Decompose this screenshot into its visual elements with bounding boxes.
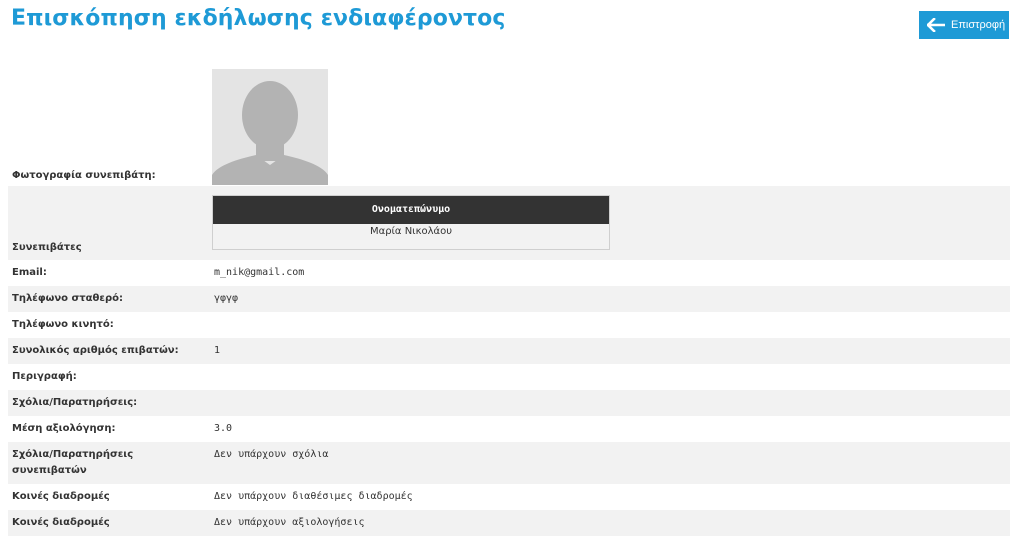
passenger-name: Μαρία Νικολάου bbox=[212, 224, 610, 250]
total-passengers-value: 1 bbox=[208, 338, 1010, 364]
total-passengers-label: Συνολικός αριθμός επιβατών: bbox=[8, 338, 208, 364]
email-value: m_nik@gmail.com bbox=[214, 267, 305, 278]
avatar bbox=[212, 69, 328, 185]
details-table: Φωτογραφία συνεπιβάτη: Συνεπιβάτες Ονομα… bbox=[8, 60, 1010, 536]
back-button-label: Επιστροφή bbox=[951, 19, 1006, 31]
back-button[interactable]: Επιστροφή bbox=[919, 11, 1009, 39]
passenger-comments-row: Σχόλια/Παρατηρήσεις συνεπιβατών Δεν υπάρ… bbox=[8, 442, 1010, 484]
comments-label: Σχόλια/Παρατηρήσεις: bbox=[8, 390, 208, 416]
passengers-label: Συνεπιβάτες bbox=[12, 242, 82, 253]
average-rating-value: 3.0 bbox=[214, 423, 233, 434]
passenger-row: Μαρία Νικολάου bbox=[212, 224, 610, 250]
landline-row: Τηλέφωνο σταθερό: γφγφ bbox=[8, 286, 1010, 312]
passengers-row: Συνεπιβάτες Ονοματεπώνυμο Μαρία Νικολάου bbox=[8, 186, 1010, 260]
description-row: Περιγραφή: bbox=[8, 364, 1010, 390]
passengers-header-name: Ονοματεπώνυμο bbox=[212, 195, 610, 224]
total-passengers-row: Συνολικός αριθμός επιβατών: 1 bbox=[8, 338, 1010, 364]
user-silhouette-icon bbox=[212, 69, 328, 185]
photo-label-cell: Φωτογραφία συνεπιβάτη: bbox=[8, 60, 208, 186]
arrow-left-icon bbox=[927, 18, 945, 32]
email-label: Email: bbox=[12, 267, 47, 278]
common-routes-ratings-row: Κοινές διαδρομές Δεν υπάρχουν αξιολογήσε… bbox=[8, 510, 1010, 536]
email-row: Email: m_nik@gmail.com bbox=[8, 260, 1010, 286]
average-rating-label: Μέση αξιολόγηση: bbox=[12, 423, 116, 434]
description-label: Περιγραφή: bbox=[12, 371, 77, 382]
mobile-value bbox=[208, 312, 1010, 338]
common-routes-row: Κοινές διαδρομές Δεν υπάρχουν διαθέσιμες… bbox=[8, 484, 1010, 510]
average-rating-row: Μέση αξιολόγηση: 3.0 bbox=[8, 416, 1010, 442]
passengers-label-cell: Συνεπιβάτες bbox=[8, 186, 208, 260]
passengers-table: Ονοματεπώνυμο Μαρία Νικολάου bbox=[212, 195, 610, 250]
mobile-row: Τηλέφωνο κινητό: bbox=[8, 312, 1010, 338]
passenger-comments-value: Δεν υπάρχουν σχόλια bbox=[208, 442, 1010, 484]
passenger-comments-label: Σχόλια/Παρατηρήσεις συνεπιβατών bbox=[8, 442, 208, 484]
common-routes-ratings-value: Δεν υπάρχουν αξιολογήσεις bbox=[208, 510, 1010, 536]
comments-row: Σχόλια/Παρατηρήσεις: bbox=[8, 390, 1010, 416]
common-routes-ratings-label: Κοινές διαδρομές bbox=[8, 510, 208, 536]
common-routes-value: Δεν υπάρχουν διαθέσιμες διαδρομές bbox=[214, 491, 413, 502]
common-routes-label: Κοινές διαδρομές bbox=[12, 491, 110, 502]
photo-row: Φωτογραφία συνεπιβάτη: bbox=[8, 60, 1010, 186]
landline-label: Τηλέφωνο σταθερό: bbox=[8, 286, 208, 312]
landline-value: γφγφ bbox=[208, 286, 1010, 312]
mobile-label: Τηλέφωνο κινητό: bbox=[12, 319, 114, 330]
page-title: Επισκόπηση εκδήλωσης ενδιαφέροντος bbox=[11, 6, 506, 31]
description-value bbox=[208, 364, 1010, 390]
photo-label: Φωτογραφία συνεπιβάτη: bbox=[12, 170, 156, 181]
comments-value bbox=[208, 390, 1010, 416]
